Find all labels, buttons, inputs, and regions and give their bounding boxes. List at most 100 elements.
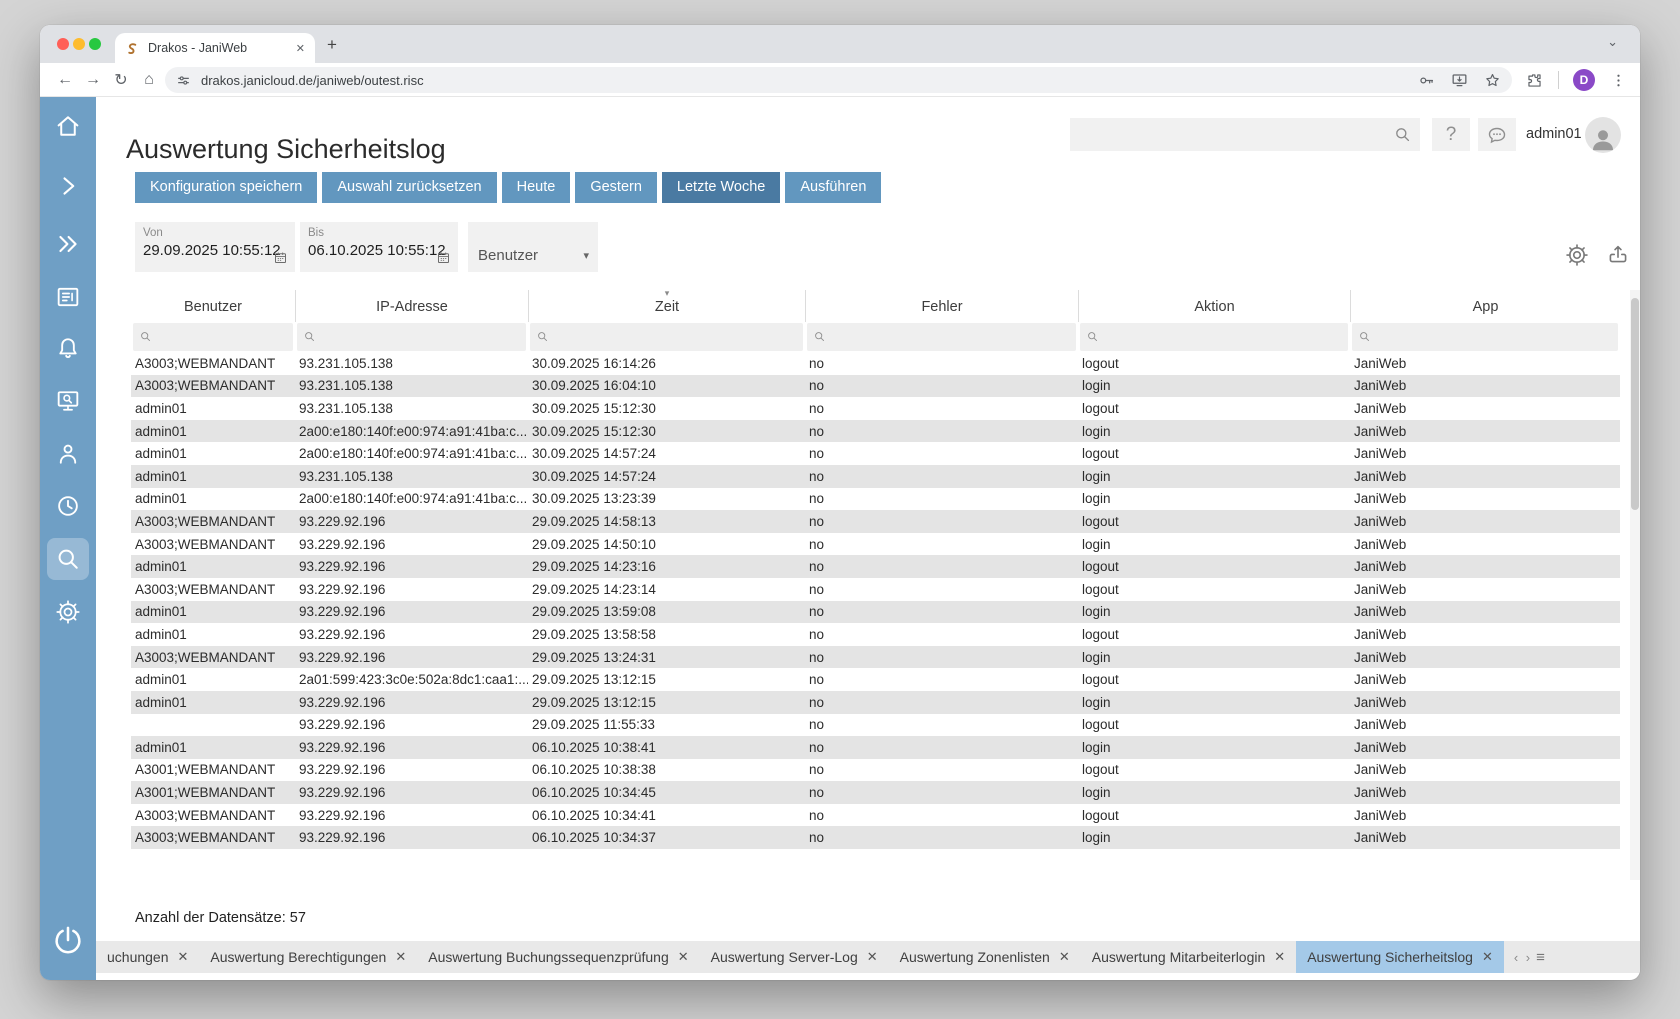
table-row[interactable]: A3003;WEBMANDANT93.229.92.19606.10.2025 … — [131, 804, 1620, 827]
table-row[interactable]: admin012a00:e180:140f:e00:974:a91:41ba:c… — [131, 442, 1620, 465]
logout-power-button[interactable] — [44, 916, 92, 964]
table-row[interactable]: A3003;WEBMANDANT93.229.92.19629.09.2025 … — [131, 533, 1620, 556]
date-from-value[interactable]: 29.09.2025 10:55:12 — [143, 242, 287, 259]
table-row[interactable]: A3003;WEBMANDANT93.229.92.19606.10.2025 … — [131, 826, 1620, 849]
zoom-window-button[interactable] — [89, 38, 101, 50]
tab-close-icon[interactable]: ✕ — [178, 949, 189, 965]
sidebar-item-monitor-search[interactable] — [47, 380, 89, 422]
sidebar-item-double-chevron-right[interactable] — [47, 223, 89, 265]
letzte-woche-button[interactable]: Letzte Woche — [662, 172, 780, 203]
table-row[interactable]: admin0193.229.92.19629.09.2025 14:23:16n… — [131, 555, 1620, 578]
chrome-profile-avatar[interactable]: D — [1573, 69, 1595, 91]
tab-close-icon[interactable]: ✕ — [1482, 949, 1493, 965]
bottom-tab-uchungen[interactable]: uchungen✕ — [96, 941, 199, 973]
sidebar-item-person[interactable] — [47, 433, 89, 475]
minimize-window-button[interactable] — [73, 38, 85, 50]
tab-close-icon[interactable]: ✕ — [1059, 949, 1070, 965]
new-tab-button[interactable]: + — [327, 35, 337, 55]
back-button[interactable]: ← — [52, 63, 78, 97]
date-to-value[interactable]: 06.10.2025 10:55:12 — [308, 242, 450, 259]
gestern-button[interactable]: Gestern — [575, 172, 657, 203]
bottom-tab-auswertung-buchungssequenzprüfung[interactable]: Auswertung Buchungssequenzprüfung✕ — [417, 941, 699, 973]
tune-icon[interactable] — [175, 72, 192, 89]
table-row[interactable]: admin012a00:e180:140f:e00:974:a91:41ba:c… — [131, 488, 1620, 511]
chat-button[interactable] — [1478, 118, 1516, 151]
global-search-input[interactable] — [1070, 118, 1420, 151]
sidebar-item-newspaper[interactable] — [47, 276, 89, 318]
filter-input-fehler[interactable] — [807, 323, 1076, 351]
chevron-down-icon[interactable]: ▾ — [583, 249, 589, 262]
table-row[interactable]: admin0193.229.92.19629.09.2025 13:59:08n… — [131, 601, 1620, 624]
bottom-tab-auswertung-mitarbeiterlogin[interactable]: Auswertung Mitarbeiterlogin✕ — [1081, 941, 1296, 973]
calendar-icon[interactable] — [436, 250, 451, 265]
sort-indicator-icon[interactable]: ▾ — [665, 288, 670, 299]
table-row[interactable]: admin0193.231.105.13830.09.2025 14:57:24… — [131, 465, 1620, 488]
filter-input-benutzer[interactable] — [133, 323, 293, 351]
column-header-ip-adresse[interactable]: IP-Adresse — [295, 290, 528, 322]
bottom-tab-auswertung-sicherheitslog[interactable]: Auswertung Sicherheitslog✕ — [1296, 941, 1504, 973]
close-window-button[interactable] — [57, 38, 69, 50]
tab-close-icon[interactable]: ✕ — [867, 949, 878, 965]
user-dropdown[interactable]: Benutzer ▾ — [468, 222, 598, 272]
date-to-field[interactable]: Bis 06.10.2025 10:55:12 — [300, 222, 458, 272]
scrollbar-thumb[interactable] — [1631, 298, 1639, 510]
table-row[interactable]: admin0193.231.105.13830.09.2025 15:12:30… — [131, 397, 1620, 420]
table-row[interactable]: admin0193.229.92.19629.09.2025 13:58:58n… — [131, 623, 1620, 646]
tab-close-icon[interactable]: ✕ — [395, 949, 406, 965]
table-settings-gear-icon[interactable] — [1564, 242, 1590, 268]
tab-scroll-arrows[interactable]: ‹ › — [1514, 950, 1532, 965]
browser-tab[interactable]: Drakos - JaniWeb ✕ — [115, 33, 315, 63]
sidebar-item-gear[interactable] — [47, 591, 89, 633]
bottom-tab-auswertung-zonenlisten[interactable]: Auswertung Zonenlisten✕ — [889, 941, 1081, 973]
ausführen-button[interactable]: Ausführen — [785, 172, 881, 203]
table-row[interactable]: 93.229.92.19629.09.2025 11:55:33nologout… — [131, 714, 1620, 737]
table-row[interactable]: admin0193.229.92.19606.10.2025 10:38:41n… — [131, 736, 1620, 759]
tabstrip-chevron-icon[interactable]: ⌄ — [1607, 34, 1618, 50]
filter-input-app[interactable] — [1352, 323, 1618, 351]
column-header-benutzer[interactable]: Benutzer — [131, 290, 295, 322]
column-header-app[interactable]: App — [1350, 290, 1620, 322]
filter-input-aktion[interactable] — [1080, 323, 1348, 351]
column-header-zeit[interactable]: Zeit▾ — [528, 290, 805, 322]
table-row[interactable]: A3001;WEBMANDANT93.229.92.19606.10.2025 … — [131, 781, 1620, 804]
column-header-fehler[interactable]: Fehler — [805, 290, 1078, 322]
home-nav-button[interactable]: ⌂ — [136, 63, 162, 97]
export-icon[interactable] — [1605, 242, 1631, 268]
sidebar-item-clock[interactable] — [47, 485, 89, 527]
reload-button[interactable]: ↻ — [108, 63, 134, 97]
user-avatar[interactable] — [1585, 117, 1621, 153]
tab-close-icon[interactable]: ✕ — [678, 949, 689, 965]
bookmark-star-icon[interactable] — [1483, 71, 1502, 90]
konfiguration-speichern-button[interactable]: Konfiguration speichern — [135, 172, 317, 203]
vertical-scrollbar[interactable] — [1630, 290, 1640, 880]
forward-button[interactable]: → — [80, 63, 106, 97]
sidebar-item-chevron-right[interactable] — [47, 165, 89, 207]
tab-list-menu-icon[interactable]: ≡ — [1536, 949, 1545, 966]
sidebar-item-bell[interactable] — [47, 327, 89, 369]
filter-input-zeit[interactable] — [530, 323, 803, 351]
address-bar[interactable]: drakos.janicloud.de/janiweb/outest.risc — [165, 67, 1512, 93]
table-row[interactable]: admin012a00:e180:140f:e00:974:a91:41ba:c… — [131, 420, 1620, 443]
table-row[interactable]: admin0193.229.92.19629.09.2025 13:12:15n… — [131, 691, 1620, 714]
install-app-icon[interactable] — [1450, 71, 1469, 90]
bottom-tab-auswertung-berechtigungen[interactable]: Auswertung Berechtigungen✕ — [199, 941, 417, 973]
auswahl-zurücksetzen-button[interactable]: Auswahl zurücksetzen — [322, 172, 496, 203]
date-from-field[interactable]: Von 29.09.2025 10:55:12 — [135, 222, 295, 272]
password-key-icon[interactable] — [1417, 71, 1436, 90]
bottom-tab-auswertung-server-log[interactable]: Auswertung Server-Log✕ — [700, 941, 889, 973]
table-row[interactable]: A3003;WEBMANDANT93.231.105.13830.09.2025… — [131, 352, 1620, 375]
filter-input-ip-adresse[interactable] — [297, 323, 526, 351]
sidebar-item-search[interactable] — [47, 538, 89, 580]
url-text[interactable]: drakos.janicloud.de/janiweb/outest.risc — [201, 73, 1403, 88]
table-row[interactable]: A3003;WEBMANDANT93.229.92.19629.09.2025 … — [131, 646, 1620, 669]
table-row[interactable]: A3001;WEBMANDANT93.229.92.19606.10.2025 … — [131, 759, 1620, 782]
help-button[interactable]: ? — [1432, 118, 1470, 151]
sidebar-item-home[interactable] — [47, 105, 89, 147]
table-row[interactable]: A3003;WEBMANDANT93.229.92.19629.09.2025 … — [131, 510, 1620, 533]
table-row[interactable]: admin012a01:599:423:3c0e:502a:8dc1:caa1:… — [131, 668, 1620, 691]
calendar-icon[interactable] — [273, 250, 288, 265]
tab-close-icon[interactable]: ✕ — [1274, 949, 1285, 965]
table-row[interactable]: A3003;WEBMANDANT93.229.92.19629.09.2025 … — [131, 578, 1620, 601]
heute-button[interactable]: Heute — [502, 172, 571, 203]
column-header-aktion[interactable]: Aktion — [1078, 290, 1350, 322]
